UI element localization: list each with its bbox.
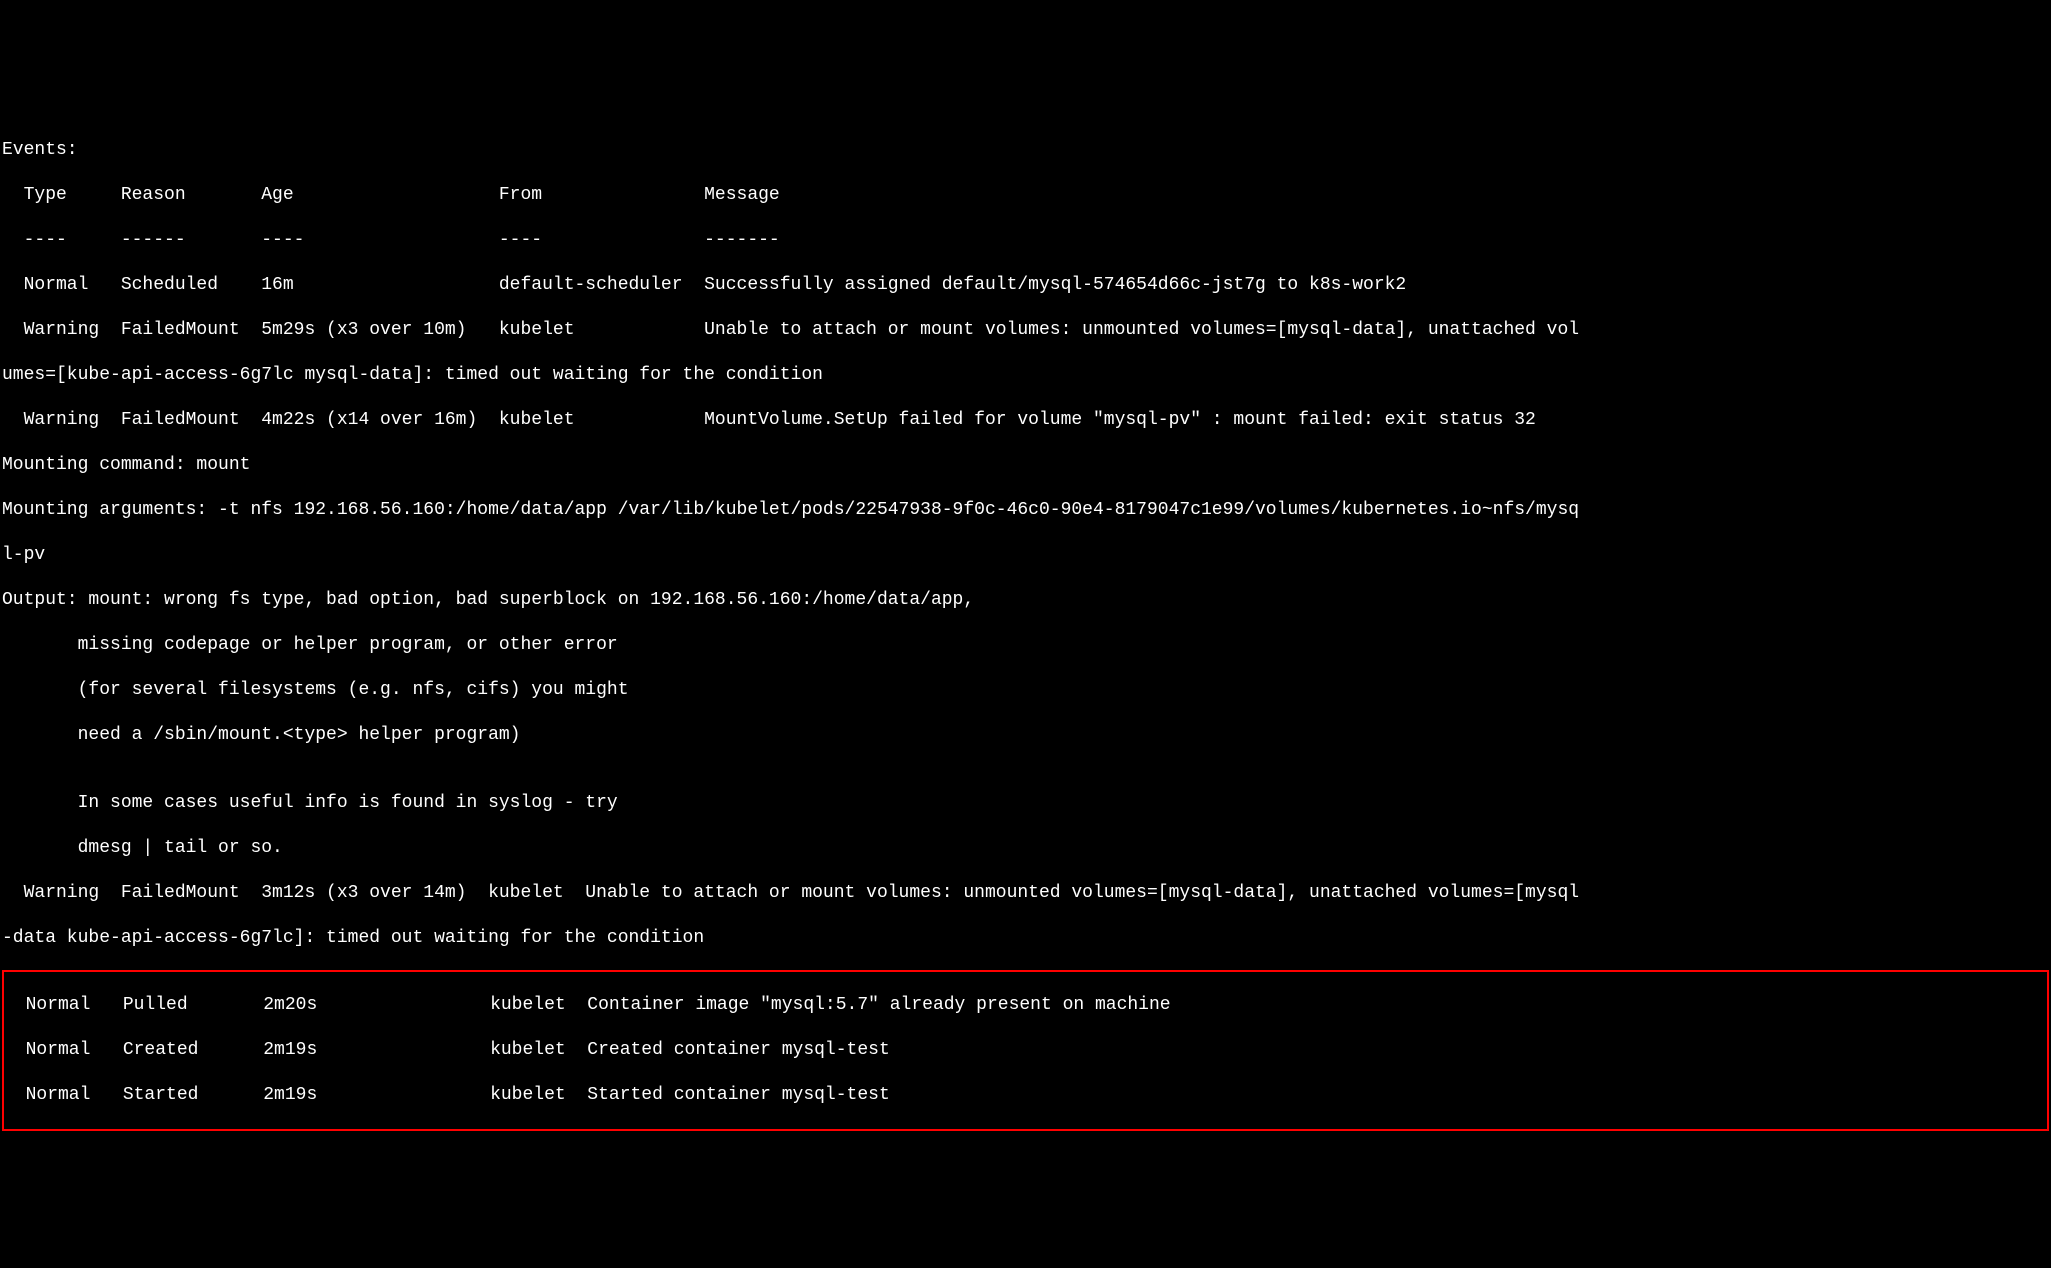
event-created: Normal Created 2m19s kubelet Created con… bbox=[4, 1039, 2047, 1062]
column-headers-separator: ---- ------ ---- ---- ------- bbox=[2, 229, 2049, 252]
event-pulled: Normal Pulled 2m20s kubelet Container im… bbox=[4, 994, 2047, 1017]
event-started: Normal Started 2m19s kubelet Started con… bbox=[4, 1084, 2047, 1107]
mount-output-6: dmesg | tail or so. bbox=[2, 837, 2049, 860]
mount-output-3: (for several filesystems (e.g. nfs, cifs… bbox=[2, 679, 2049, 702]
event-failedmount-1b: umes=[kube-api-access-6g7lc mysql-data]:… bbox=[2, 364, 2049, 387]
mount-output-1: Output: mount: wrong fs type, bad option… bbox=[2, 589, 2049, 612]
column-headers: Type Reason Age From Message bbox=[2, 184, 2049, 207]
mount-command: Mounting command: mount bbox=[2, 454, 2049, 477]
mount-output-4: need a /sbin/mount.<type> helper program… bbox=[2, 724, 2049, 747]
mount-output-2: missing codepage or helper program, or o… bbox=[2, 634, 2049, 657]
event-scheduled: Normal Scheduled 16m default-scheduler S… bbox=[2, 274, 2049, 297]
events-header: Events: bbox=[2, 139, 2049, 162]
event-failedmount-3b: -data kube-api-access-6g7lc]: timed out … bbox=[2, 927, 2049, 950]
mount-arguments-a: Mounting arguments: -t nfs 192.168.56.16… bbox=[2, 499, 2049, 522]
terminal-output: Events: Type Reason Age From Message ---… bbox=[0, 113, 2051, 1156]
mount-output-5: In some cases useful info is found in sy… bbox=[2, 792, 2049, 815]
highlighted-events-box: Normal Pulled 2m20s kubelet Container im… bbox=[2, 970, 2049, 1132]
event-failedmount-3a: Warning FailedMount 3m12s (x3 over 14m) … bbox=[2, 882, 2049, 905]
event-failedmount-1a: Warning FailedMount 5m29s (x3 over 10m) … bbox=[2, 319, 2049, 342]
mount-arguments-b: l-pv bbox=[2, 544, 2049, 567]
event-failedmount-2: Warning FailedMount 4m22s (x14 over 16m)… bbox=[2, 409, 2049, 432]
